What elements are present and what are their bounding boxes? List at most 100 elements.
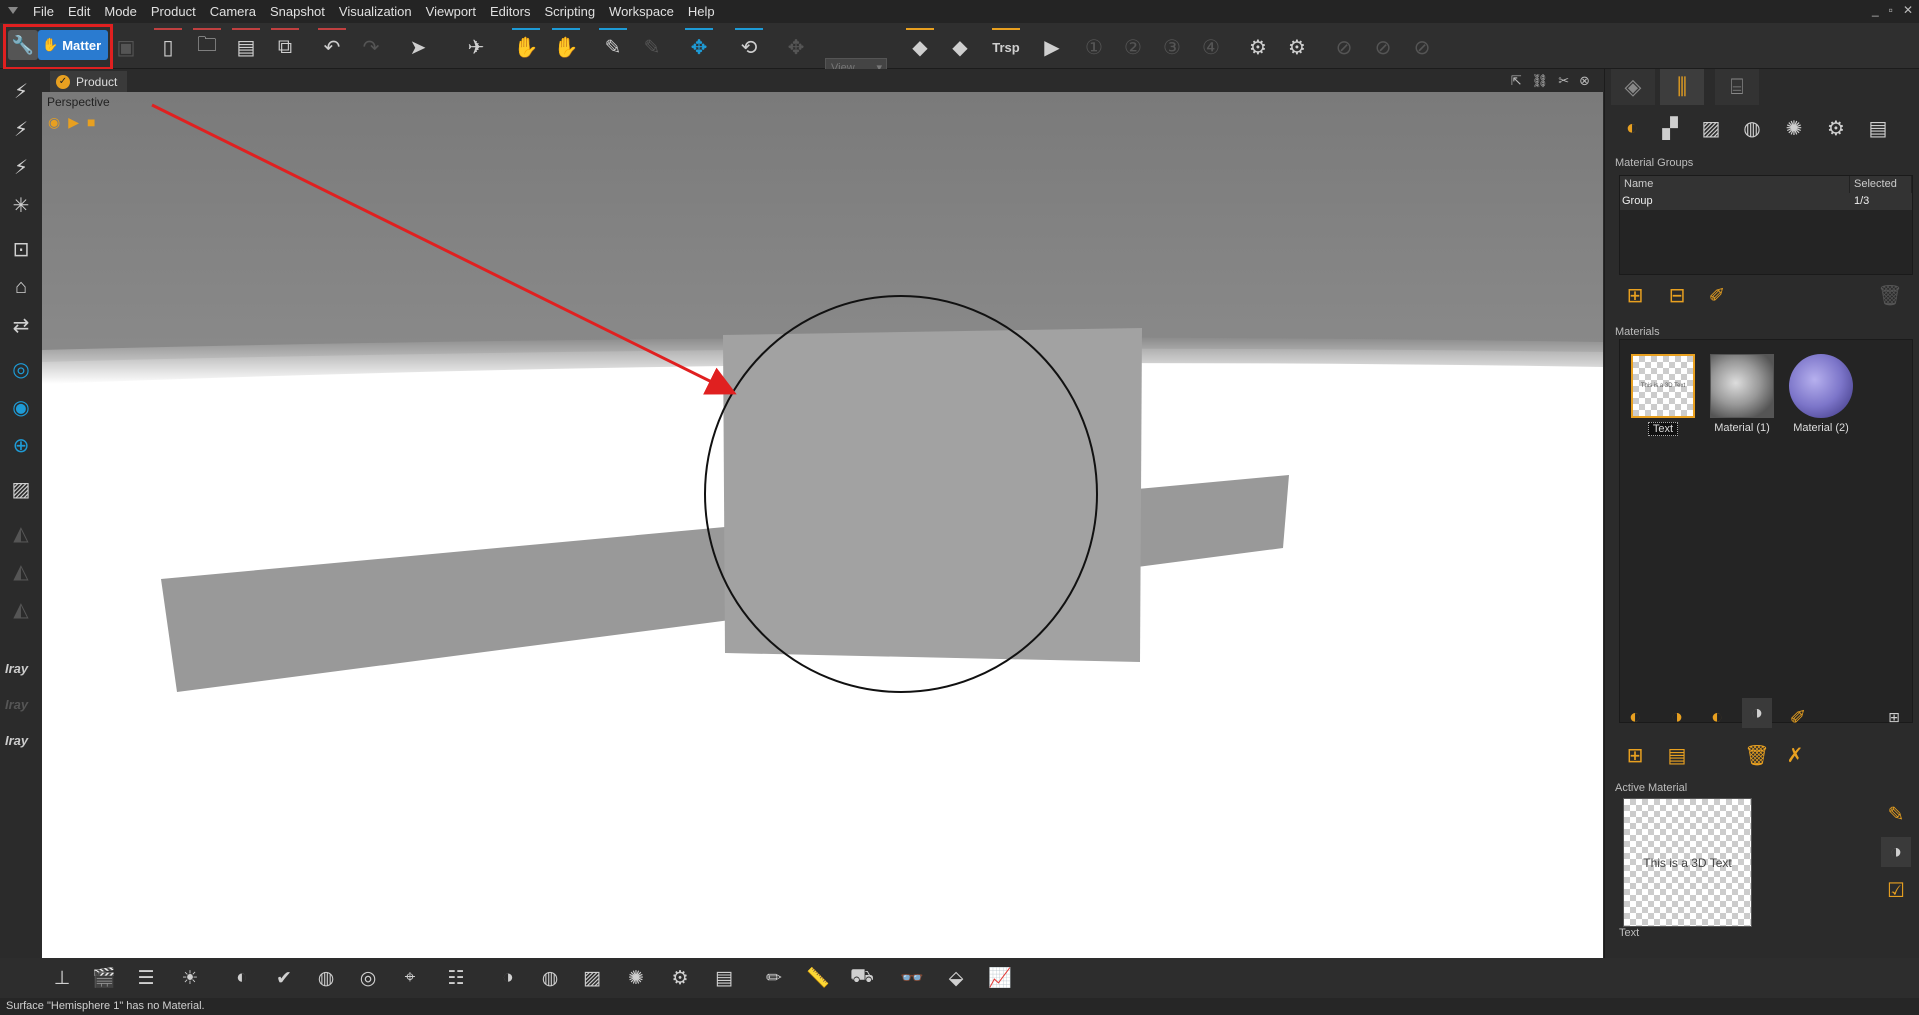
- location-button[interactable]: ⌖: [394, 963, 426, 993]
- power-lightning-button[interactable]: ⚡: [4, 75, 38, 107]
- easel-button[interactable]: ⌂: [4, 271, 38, 303]
- vertical-plane-object[interactable]: [723, 328, 1142, 662]
- ai-tool-3-button[interactable]: ◭: [4, 593, 38, 625]
- render-category-button[interactable]: ⚙: [1821, 113, 1851, 143]
- image-button[interactable]: ▨: [4, 473, 38, 505]
- close-button[interactable]: ✕: [1903, 3, 1913, 17]
- sculpt-tool-button[interactable]: ✋: [510, 28, 542, 63]
- import-group-button[interactable]: ⊟: [1662, 280, 1692, 310]
- column-name[interactable]: Name: [1620, 176, 1850, 193]
- clapper-button[interactable]: 🎬: [88, 963, 120, 993]
- lightning-2-button[interactable]: ⚡: [4, 113, 38, 145]
- slash-tool-2-button[interactable]: ⊘: [1367, 31, 1399, 63]
- menu-product[interactable]: Product: [144, 0, 203, 23]
- wrench-view-button[interactable]: ◎: [4, 353, 38, 385]
- lightning-4-button[interactable]: ✳: [4, 189, 38, 221]
- ai-tool-1-button[interactable]: ◭: [4, 517, 38, 549]
- edit-tool-2-button[interactable]: ✎: [636, 31, 668, 63]
- material-sphere-button[interactable]: ◑: [492, 963, 524, 993]
- system-menu-icon[interactable]: [8, 6, 18, 17]
- iray-stop-button[interactable]: Iray: [5, 697, 28, 712]
- menu-edit[interactable]: Edit: [61, 0, 97, 23]
- camera-slot-4-button[interactable]: ④: [1195, 31, 1227, 63]
- menu-mode[interactable]: Mode: [97, 0, 144, 23]
- material-tool-3-button[interactable]: ◍: [310, 963, 342, 993]
- menu-scripting[interactable]: Scripting: [537, 0, 602, 23]
- transparency-button[interactable]: Trsp: [990, 28, 1022, 63]
- menu-viewport[interactable]: Viewport: [419, 0, 483, 23]
- material-preview-button[interactable]: ◑: [1742, 698, 1772, 728]
- minimize-button[interactable]: _: [1872, 3, 1879, 17]
- add-folder-button[interactable]: ⊞: [1620, 740, 1650, 770]
- camera-slot-2-button[interactable]: ②: [1117, 31, 1149, 63]
- textures-category-button[interactable]: ▞: [1655, 113, 1685, 143]
- iray-render-button[interactable]: Iray: [5, 661, 28, 676]
- material-tool-4-button[interactable]: ◎: [352, 963, 384, 993]
- crosshair-view-button[interactable]: ⊕: [4, 429, 38, 461]
- material-item-text[interactable]: This is a 3D Text Text: [1630, 354, 1696, 436]
- menu-camera[interactable]: Camera: [203, 0, 263, 23]
- move-tool-button[interactable]: ✥: [683, 28, 715, 63]
- sun-button[interactable]: ☀: [174, 963, 206, 993]
- select-tool-button[interactable]: ➤: [402, 31, 434, 63]
- camera-button[interactable]: ▶: [1036, 31, 1068, 63]
- pan-tool-button[interactable]: ✥: [780, 31, 812, 63]
- delete-group-button[interactable]: 🗑: [1875, 280, 1905, 310]
- detach-icon[interactable]: ⇱: [1511, 73, 1522, 89]
- close-viewport-icon[interactable]: ⊗: [1579, 73, 1590, 89]
- redo-button[interactable]: ↷: [355, 31, 387, 63]
- menu-file[interactable]: File: [26, 0, 61, 23]
- lights-category-button[interactable]: ✺: [1779, 113, 1809, 143]
- undo-button[interactable]: ↶: [316, 28, 348, 63]
- tab-library[interactable]: ⫼: [1660, 69, 1704, 105]
- menu-snapshot[interactable]: Snapshot: [263, 0, 332, 23]
- new-multi-material-button[interactable]: ◑: [1662, 702, 1692, 732]
- material-tool-2-button[interactable]: ✔: [268, 963, 300, 993]
- measure-button[interactable]: ⬙: [940, 963, 972, 993]
- menu-visualization[interactable]: Visualization: [332, 0, 419, 23]
- edit-tool-button[interactable]: ✎: [597, 28, 629, 63]
- camera-slot-3-button[interactable]: ③: [1156, 31, 1188, 63]
- table-row[interactable]: Group 1/3: [1620, 193, 1912, 210]
- iray-settings-button[interactable]: Iray: [5, 733, 28, 748]
- edit-active-material-button[interactable]: ✎: [1881, 799, 1911, 829]
- camera-label[interactable]: Perspective: [47, 95, 110, 109]
- delete-material-button[interactable]: 🗑: [1742, 740, 1772, 770]
- eraser-group-button[interactable]: ✐: [1702, 280, 1732, 310]
- vehicle-button[interactable]: ⛟: [846, 963, 878, 993]
- new-file-button[interactable]: ▯: [152, 28, 184, 63]
- backplate-button[interactable]: ▤: [708, 963, 740, 993]
- save-as-button[interactable]: ⧉: [269, 28, 301, 63]
- snap-tool-2-button[interactable]: ◆: [944, 31, 976, 63]
- save-material-button[interactable]: ▤: [1662, 740, 1692, 770]
- add-group-button[interactable]: ⊞: [1620, 280, 1650, 310]
- tab-archive[interactable]: ⌸: [1715, 69, 1759, 105]
- rotate-tool-button[interactable]: ⟲: [733, 28, 765, 63]
- render-settings-button[interactable]: ⚙: [1242, 31, 1274, 63]
- active-material-sphere-button[interactable]: ◑: [1881, 837, 1911, 867]
- sculpt-tool-2-button[interactable]: ✋: [550, 28, 582, 63]
- apply-material-button[interactable]: ◐: [1702, 702, 1732, 732]
- delete-unused-button[interactable]: ✗: [1780, 740, 1810, 770]
- edit-material-button[interactable]: ✐: [1783, 702, 1813, 732]
- material-item-1[interactable]: Material (1): [1709, 354, 1775, 434]
- material-tool-1-button[interactable]: ◐: [226, 963, 258, 993]
- ai-tool-2-button[interactable]: ◭: [4, 555, 38, 587]
- checklist-button[interactable]: ☷: [440, 963, 472, 993]
- render-mode-button[interactable]: ▣: [110, 31, 142, 63]
- menu-editors[interactable]: Editors: [483, 0, 537, 23]
- cube-orange-icon[interactable]: ■: [87, 114, 95, 131]
- ruler-button[interactable]: 📏: [802, 963, 834, 993]
- eye-orange-icon[interactable]: ◉: [48, 114, 60, 131]
- stereo-button[interactable]: 👓: [896, 963, 928, 993]
- render-settings-2-button[interactable]: ⚙: [1281, 31, 1313, 63]
- snap-tool-button[interactable]: ◆: [904, 28, 936, 63]
- tools-icon[interactable]: ✂: [1558, 73, 1569, 89]
- fly-tool-button[interactable]: ✈: [460, 31, 492, 63]
- brush-button[interactable]: ✏: [758, 963, 790, 993]
- menu-workspace[interactable]: Workspace: [602, 0, 681, 23]
- texture-button[interactable]: ▨: [576, 963, 608, 993]
- save-button[interactable]: ▤: [230, 28, 262, 63]
- images-category-button[interactable]: ▨: [1696, 113, 1726, 143]
- column-selected[interactable]: Selected: [1850, 176, 1912, 193]
